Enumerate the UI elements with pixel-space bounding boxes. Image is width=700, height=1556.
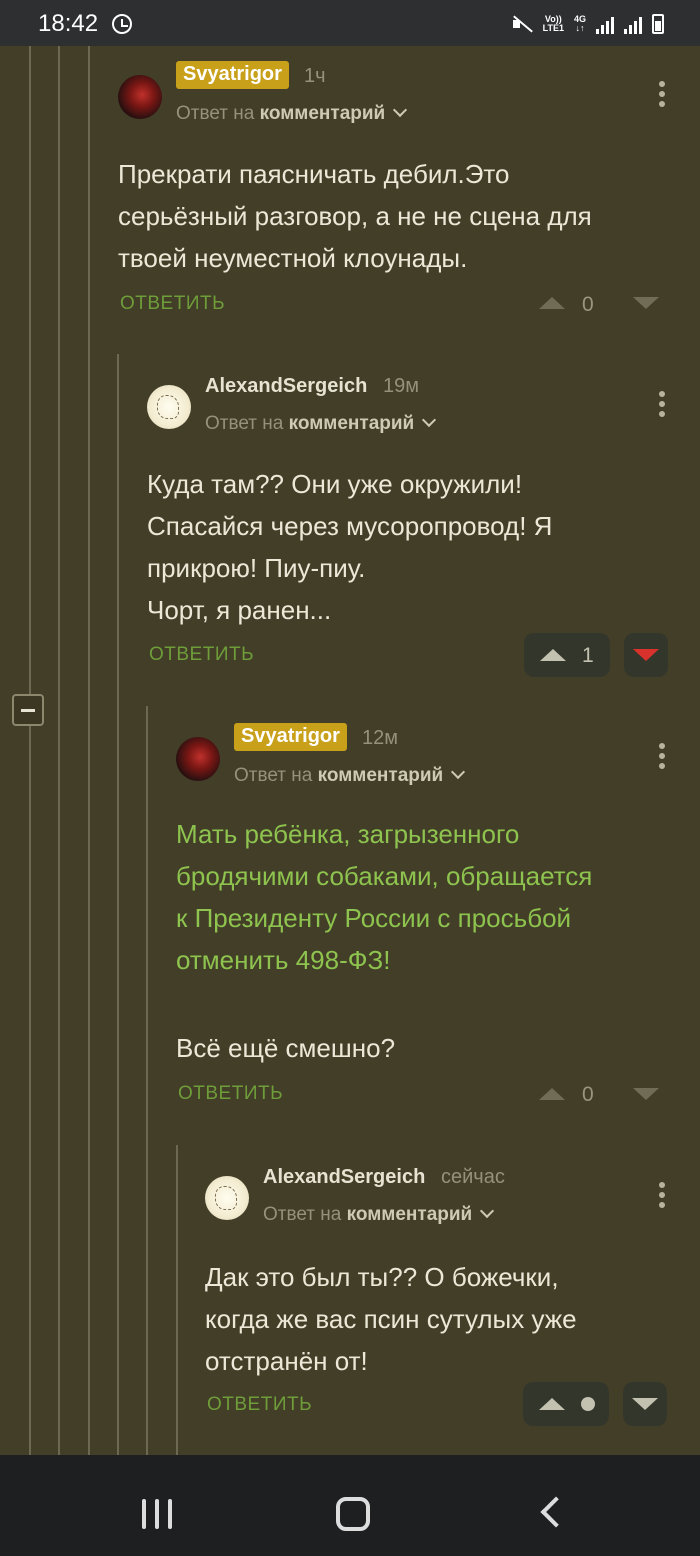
thread-line	[117, 354, 119, 1455]
more-options-icon[interactable]	[659, 391, 665, 419]
volte-indicator: Vo)) LTE1	[542, 14, 564, 33]
comment-author[interactable]: Svyatrigor	[176, 61, 289, 89]
downvote-icon	[632, 1398, 658, 1410]
comment: AlexandSergeich 19м Ответ на комментарий…	[147, 375, 672, 677]
thread-line	[58, 46, 60, 1455]
upvote-icon	[539, 1398, 565, 1410]
downvote-icon[interactable]	[633, 297, 659, 309]
upvote-icon	[540, 649, 566, 661]
signal-icon-2	[624, 14, 642, 34]
avatar[interactable]	[205, 1176, 249, 1220]
comment-text: Куда там?? Они уже окружили! Спасайся че…	[147, 469, 553, 625]
reply-button[interactable]: ОТВЕТИТЬ	[149, 644, 254, 666]
reply-button[interactable]: ОТВЕТИТЬ	[178, 1083, 283, 1105]
reply-to-link[interactable]: Ответ на комментарий	[234, 764, 466, 787]
downvote-icon	[633, 649, 659, 661]
collapse-thread-button[interactable]	[12, 694, 44, 726]
comment: Svyatrigor 12м Ответ на комментарий Мать…	[176, 723, 676, 1117]
signal-icon	[596, 14, 614, 34]
score-hidden-indicator	[581, 1397, 595, 1411]
thread-line	[29, 726, 31, 1455]
avatar[interactable]	[147, 385, 191, 429]
comment-time: 1ч	[304, 65, 326, 87]
more-options-icon[interactable]	[659, 81, 665, 109]
comment-author[interactable]: AlexandSergeich	[263, 1166, 425, 1189]
upvote-icon[interactable]	[539, 297, 565, 309]
comment-text: Всё ещё смешно?	[176, 1033, 396, 1063]
thread-line	[29, 46, 31, 694]
network-type-indicator: 4G ↓↑	[573, 14, 586, 33]
more-options-icon[interactable]	[659, 743, 665, 771]
thread-line	[146, 706, 148, 1455]
chevron-down-icon	[451, 764, 466, 780]
comment-score: 1	[582, 644, 594, 667]
news-link[interactable]: Мать ребёнка, загрызенного бродячими соб…	[176, 813, 592, 981]
comment: AlexandSergeich сейчас Ответ на коммента…	[205, 1166, 675, 1436]
comment-score: 0	[582, 293, 594, 316]
avatar[interactable]	[118, 75, 162, 119]
comment-author[interactable]: AlexandSergeich	[205, 375, 367, 398]
avatar[interactable]	[176, 737, 220, 781]
comment-text: Прекрати паясничать дебил.Это серьёзный …	[118, 159, 592, 273]
chevron-down-icon	[393, 102, 408, 118]
recent-apps-button[interactable]	[142, 1499, 172, 1529]
system-nav-bar	[0, 1455, 700, 1556]
thread-line	[88, 46, 90, 1455]
comment: Svyatrigor 1ч Ответ на комментарий Прекр…	[118, 61, 678, 325]
more-options-icon[interactable]	[659, 1182, 665, 1210]
status-time: 18:42	[38, 10, 99, 37]
downvote-icon[interactable]	[633, 1088, 659, 1100]
reply-to-link[interactable]: Ответ на комментарий	[176, 102, 408, 125]
downvote-button[interactable]	[624, 633, 668, 677]
reply-button[interactable]: ОТВЕТИТЬ	[207, 1394, 312, 1416]
reply-to-link[interactable]: Ответ на комментарий	[205, 412, 437, 435]
status-bar: 18:42 Vo)) LTE1 4G ↓↑	[0, 0, 700, 46]
status-icons: Vo)) LTE1 4G ↓↑	[512, 12, 664, 36]
comment-text: Дак это был ты?? О божечки, когда же вас…	[205, 1262, 577, 1376]
comment-time: 19м	[383, 375, 419, 397]
comment-score: 0	[582, 1083, 594, 1106]
thread-line	[176, 1145, 178, 1455]
back-button[interactable]	[540, 1496, 572, 1528]
downvote-button[interactable]	[623, 1382, 667, 1426]
comment-author[interactable]: Svyatrigor	[234, 723, 347, 751]
comment-time: сейчас	[441, 1166, 505, 1188]
comment-time: 12м	[362, 727, 398, 749]
upvote-button[interactable]	[523, 1382, 609, 1426]
reply-button[interactable]: ОТВЕТИТЬ	[120, 293, 225, 315]
reply-to-link[interactable]: Ответ на комментарий	[263, 1203, 495, 1226]
home-button[interactable]	[336, 1497, 370, 1531]
chevron-down-icon	[480, 1203, 495, 1219]
upvote-button[interactable]: 1	[524, 633, 610, 677]
battery-icon	[652, 14, 664, 34]
alarm-icon	[112, 14, 132, 34]
upvote-icon[interactable]	[539, 1088, 565, 1100]
mute-icon	[512, 15, 533, 33]
chevron-down-icon	[422, 412, 437, 428]
